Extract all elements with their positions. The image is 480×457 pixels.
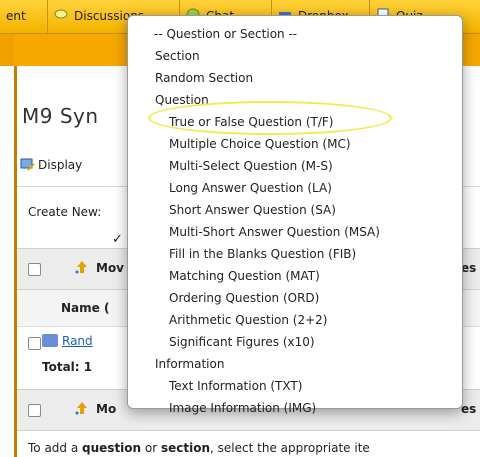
menu-item-ordering[interactable]: Ordering Question (ORD) [169,291,480,305]
menu-item-multi-short-answer[interactable]: Multi-Short Answer Question (MSA) [169,225,480,239]
tab-label: ent [6,9,26,23]
move-button[interactable]: Mov [75,261,125,275]
row-checkbox[interactable] [28,337,41,350]
menu-item-random-section[interactable]: Random Section [155,71,480,85]
hint-text: , select the appropriate ite [210,441,370,455]
menu-item-long-answer[interactable]: Long Answer Question (LA) [169,181,480,195]
menu-item-significant-figures[interactable]: Significant Figures (x10) [169,335,480,349]
question-type-dropdown[interactable]: -- Question or Section -- Section Random… [127,15,463,415]
menu-item-multiple-choice[interactable]: Multiple Choice Question (MC) [169,137,480,151]
move-label: Mo [96,402,117,416]
move-icon [74,259,90,275]
total-label: Total: 1 [42,360,93,374]
display-icon [20,157,35,172]
dropbox-icon [278,2,292,20]
menu-group-information: Information [155,357,225,371]
create-new-label: Create New: [28,205,102,219]
menu-item-short-answer[interactable]: Short Answer Question (SA) [169,203,480,217]
move-button-bottom[interactable]: Mo [75,402,117,416]
quiz-icon [376,2,390,22]
hint-question: question [82,441,142,455]
folder-icon [42,334,58,347]
select-all-checkbox[interactable] [28,263,41,276]
menu-item-section[interactable]: Section [155,49,480,63]
tab-content[interactable]: ent [0,0,48,33]
chat-icon [186,2,200,22]
annotation-highlight-ellipse [148,101,392,135]
name-header-label: Name ( [61,301,110,315]
help-text: To add a question or section, select the… [28,441,370,455]
hint-text: To add a [28,441,83,455]
move-label: Mov [96,261,125,275]
checkmark-icon: ✓ [112,232,123,247]
select-all-checkbox-bottom[interactable] [28,404,41,417]
display-link[interactable]: Display [20,158,83,172]
display-label: Display [38,158,83,172]
menu-item-arithmetic[interactable]: Arithmetic Question (2+2) [169,313,480,327]
menu-item-matching[interactable]: Matching Question (MAT) [169,269,480,283]
menu-item-multi-select[interactable]: Multi-Select Question (M-S) [169,159,480,173]
menu-item-fill-blanks[interactable]: Fill in the Blanks Question (FIB) [169,247,480,261]
page-title: M9 Syn [22,104,99,128]
hint-text: or [141,441,161,455]
move-icon [74,400,90,416]
menu-item-text-information[interactable]: Text Information (TXT) [169,379,480,393]
menu-placeholder[interactable]: -- Question or Section -- [154,27,480,41]
discussion-icon [54,2,68,19]
menu-item-image-information[interactable]: Image Information (IMG) [169,401,480,415]
hint-section: section [161,441,211,455]
random-section-link[interactable]: Rand [62,334,93,348]
